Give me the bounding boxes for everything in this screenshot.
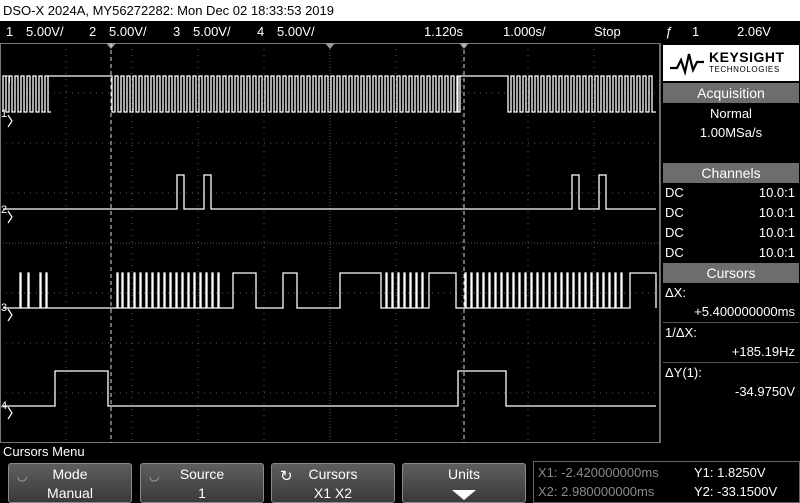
cursor-readout-box: X1: -2.420000000ms X2: 2.980000000ms Y1:…	[533, 461, 800, 503]
ch4-ground-marker[interactable]: 4	[1, 400, 7, 412]
channel-probe: 10.0:1	[758, 245, 795, 260]
status-bar: 1 5.00V/ 2 5.00V/ 3 5.00V/ 4 5.00V/ 1.12…	[0, 21, 800, 43]
cursors-header[interactable]: Cursors	[663, 263, 799, 283]
ground-arrow-icon	[7, 114, 13, 128]
right-info-panel: KEYSIGHT TECHNOLOGIES Acquisition Normal…	[660, 43, 800, 443]
ch4-scale[interactable]: 5.00V/	[277, 21, 315, 43]
ch1-ground-marker[interactable]: 1	[1, 108, 7, 120]
delta-y-value: -34.9750V	[735, 384, 795, 399]
trigger-level[interactable]: 2.06V	[737, 21, 771, 43]
cursors-softkey[interactable]: ↻ Cursors X1 X2	[271, 463, 395, 503]
units-label: Units	[448, 466, 480, 482]
divider	[663, 322, 799, 323]
channel-markers: T 1 2 3 4	[1, 74, 13, 420]
trigger-channel[interactable]: 1	[692, 21, 699, 43]
channel-coupling: DC	[665, 205, 684, 220]
ch3-ground-marker[interactable]: 3	[1, 302, 7, 314]
ch3-number[interactable]: 3	[173, 21, 180, 43]
window-title: DSO-X 2024A, MY56272282: Mon Dec 02 18:3…	[0, 0, 800, 21]
menu-title: Cursors Menu	[0, 443, 800, 461]
delta-x-label: ΔX:	[665, 285, 686, 300]
channel-probe: 10.0:1	[758, 225, 795, 240]
channel-probe: 10.0:1	[758, 205, 795, 220]
time-scale[interactable]: 1.000s/	[503, 21, 546, 43]
center-top-marker	[325, 43, 335, 49]
channel-probe: 10.0:1	[758, 185, 795, 200]
ch1-number[interactable]: 1	[6, 21, 13, 43]
source-value: 1	[198, 485, 206, 501]
units-softkey[interactable]: Units	[402, 463, 526, 503]
brand-name: KEYSIGHT	[709, 49, 785, 65]
keysight-logo: KEYSIGHT TECHNOLOGIES	[663, 45, 799, 81]
ch2-number[interactable]: 2	[89, 21, 96, 43]
channel-coupling: DC	[665, 185, 684, 200]
ch2-ground-marker[interactable]: 2	[1, 204, 7, 216]
ch4-number[interactable]: 4	[257, 21, 264, 43]
trigger-edge-icon: ƒ	[665, 24, 673, 39]
cursors-label: Cursors	[308, 466, 358, 482]
channel-coupling: DC	[665, 225, 684, 240]
y2-readout: Y2: -33.1500V	[694, 484, 778, 499]
ch2-trace	[3, 174, 656, 210]
time-delay[interactable]: 1.120s	[424, 21, 463, 43]
x2-readout: X2: 2.980000000ms	[538, 484, 655, 499]
y1-readout: Y1: 1.8250V	[694, 465, 766, 480]
x1-readout: X1: -2.420000000ms	[538, 465, 659, 480]
delta-x-value: +5.400000000ms	[694, 304, 795, 319]
ch3-scale[interactable]: 5.00V/	[193, 21, 231, 43]
ch2-scale[interactable]: 5.00V/	[109, 21, 147, 43]
acquisition-mode: Normal	[710, 106, 752, 121]
trigger-marker[interactable]: T	[6, 74, 13, 86]
source-label: Source	[179, 466, 225, 482]
mode-softkey[interactable]: ◡ Mode Manual	[8, 463, 132, 503]
channels-header[interactable]: Channels	[663, 163, 799, 183]
inverse-delta-x-label: 1/ΔX:	[665, 325, 697, 340]
run-state[interactable]: Stop	[594, 21, 621, 43]
mode-value: Manual	[47, 485, 93, 501]
source-softkey[interactable]: ◡ Source 1	[140, 463, 264, 503]
graticule	[0, 43, 660, 443]
ground-arrow-icon	[7, 406, 13, 420]
cursors-value: X1 X2	[313, 485, 353, 501]
ground-arrow-icon	[7, 210, 13, 224]
ground-arrow-icon	[7, 308, 13, 322]
keysight-wave-icon	[670, 53, 704, 76]
inverse-delta-x-value: +185.19Hz	[731, 344, 795, 359]
ch1-scale[interactable]: 5.00V/	[26, 21, 64, 43]
waveform-display[interactable]: T 1 2 3 4	[0, 43, 660, 443]
waveform-svg[interactable]: T 1 2 3 4	[0, 43, 660, 443]
delta-y-label: ΔY(1):	[665, 365, 702, 380]
ch3-trace	[3, 272, 657, 309]
mode-label: Mode	[52, 466, 88, 482]
channel-coupling: DC	[665, 245, 684, 260]
brand-subtitle: TECHNOLOGIES	[709, 65, 780, 74]
divider	[663, 362, 799, 363]
submenu-arrow-icon	[452, 490, 476, 500]
acquisition-rate: 1.00MSa/s	[699, 125, 763, 140]
acquisition-header[interactable]: Acquisition	[663, 83, 799, 103]
